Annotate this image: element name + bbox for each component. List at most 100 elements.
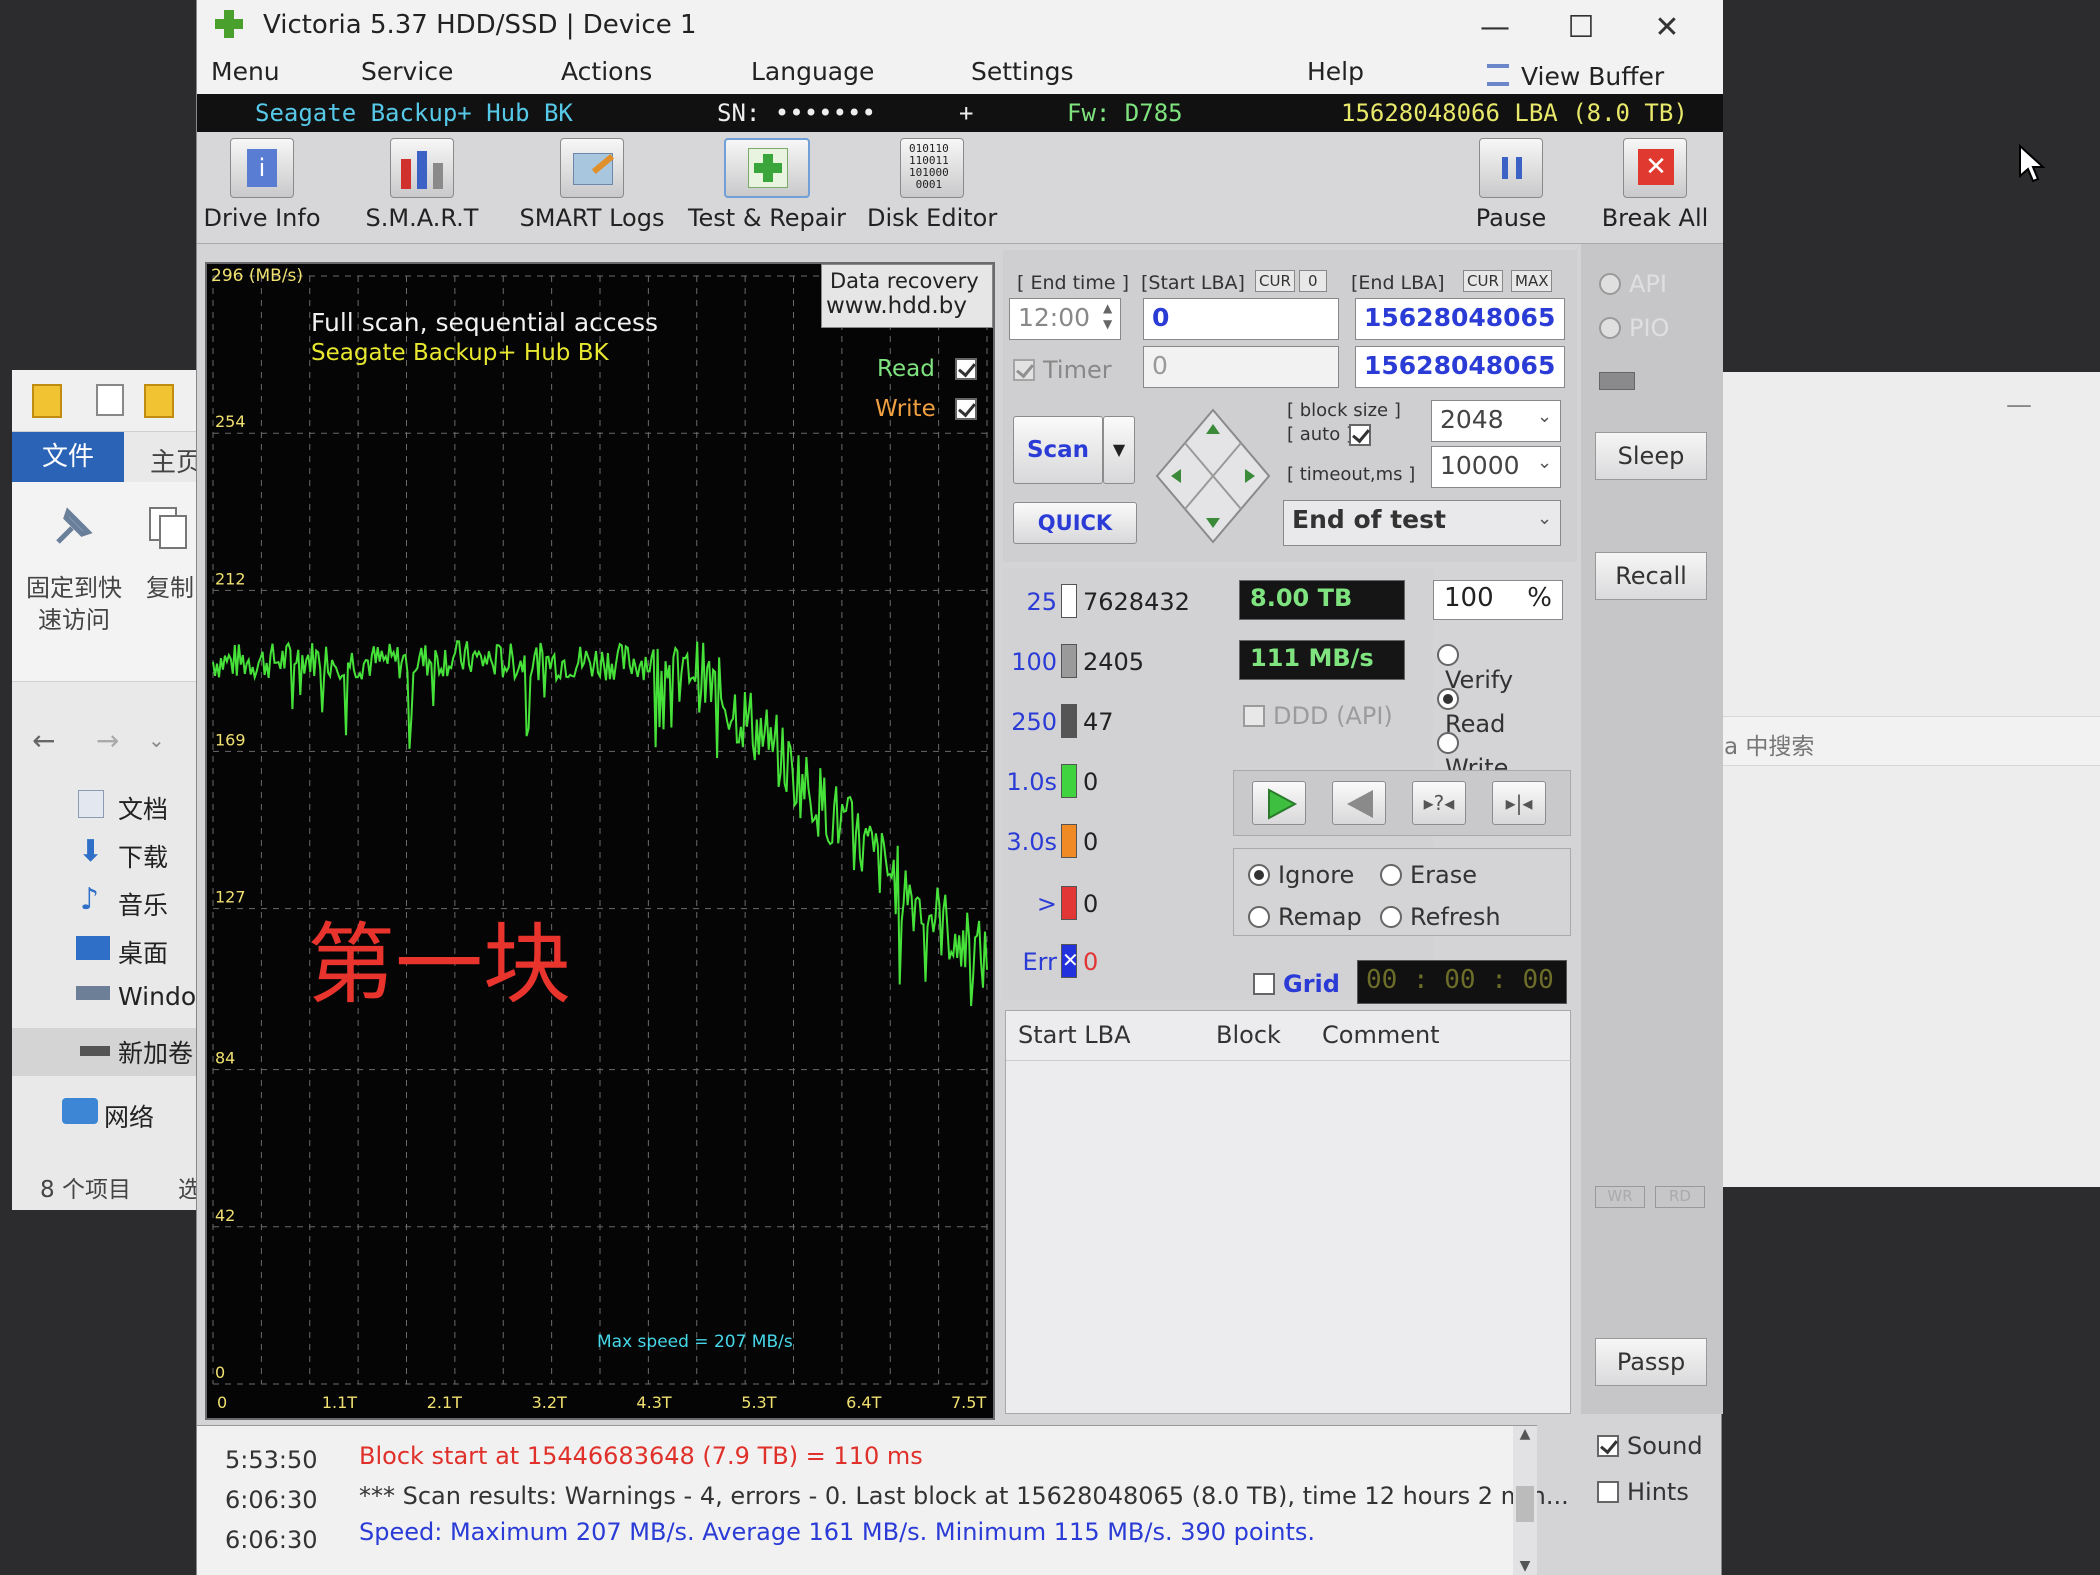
nav-network[interactable]: 网络 bbox=[104, 1098, 154, 1134]
menu-menu[interactable]: Menu bbox=[211, 57, 280, 86]
nav-new-volume[interactable]: 新加卷 bbox=[118, 1034, 193, 1070]
break-all-button[interactable]: ✕ Break All bbox=[1597, 138, 1713, 240]
device-plus: + bbox=[959, 99, 974, 127]
menu-help[interactable]: Help bbox=[1307, 57, 1364, 86]
verify-radio[interactable]: Verify bbox=[1437, 644, 1513, 694]
start-lba-label: [Start LBA] bbox=[1141, 272, 1245, 294]
column-block[interactable]: Block bbox=[1216, 1021, 1281, 1049]
maximize-button[interactable]: ☐ bbox=[1551, 8, 1611, 48]
recall-button[interactable]: Recall bbox=[1595, 552, 1707, 600]
end-of-test-select[interactable]: End of test bbox=[1283, 500, 1561, 546]
nav-desktop[interactable]: 桌面 bbox=[118, 934, 168, 970]
timeout-chevron-icon[interactable]: ⌄ bbox=[1537, 452, 1552, 473]
timer-checkbox[interactable]: Timer bbox=[1013, 356, 1112, 384]
pio-radio[interactable]: PIO bbox=[1599, 314, 1669, 342]
back-icon[interactable]: ← bbox=[32, 724, 55, 757]
minimize-button[interactable]: — bbox=[1465, 8, 1525, 48]
y-tick-label: 169 bbox=[215, 730, 246, 749]
scroll-up-icon[interactable]: ▲ bbox=[1513, 1426, 1537, 1442]
drive-icon bbox=[76, 986, 110, 1000]
log-scrollbar[interactable]: ▲ ▼ bbox=[1513, 1426, 1537, 1575]
y-unit-label: 296 (MB/s) bbox=[211, 266, 304, 286]
max-speed-label: Max speed = 207 MB/s bbox=[597, 1332, 793, 1352]
info-icon: i bbox=[230, 138, 294, 198]
tab-file[interactable]: 文件 bbox=[12, 432, 124, 482]
disk-editor-button[interactable]: 010110 110011 101000 0001 Disk Editor bbox=[867, 138, 997, 240]
forward-icon[interactable]: → bbox=[96, 724, 119, 757]
direction-pad[interactable] bbox=[1153, 406, 1273, 546]
end-cur-chip[interactable]: CUR bbox=[1463, 270, 1503, 292]
test-repair-label: Test & Repair bbox=[687, 204, 847, 232]
write-legend-label: Write bbox=[875, 396, 936, 422]
volume-icon bbox=[80, 1046, 110, 1056]
smart-logs-button[interactable]: SMART Logs bbox=[517, 138, 667, 240]
seek-help-button[interactable]: ▸?◂ bbox=[1412, 781, 1466, 825]
auto-label: [ auto ] bbox=[1287, 424, 1353, 445]
timer-end-input[interactable]: 15628048065 bbox=[1355, 346, 1565, 388]
end-lba-input[interactable]: 15628048065 bbox=[1355, 298, 1565, 340]
quick-button[interactable]: QUICK bbox=[1013, 502, 1137, 544]
drive-info-button[interactable]: i Drive Info bbox=[197, 138, 327, 240]
skip-end-button[interactable]: ▸|◂ bbox=[1492, 781, 1546, 825]
passp-button[interactable]: Passp bbox=[1595, 1338, 1707, 1386]
auto-checkbox[interactable] bbox=[1349, 424, 1371, 446]
pause-button[interactable]: Pause bbox=[1461, 138, 1561, 240]
pin-icon[interactable] bbox=[52, 504, 96, 548]
refresh-radio[interactable]: Refresh bbox=[1380, 903, 1501, 931]
erase-radio[interactable]: Erase bbox=[1380, 861, 1477, 889]
scan-button[interactable]: Scan bbox=[1013, 416, 1103, 484]
menu-language[interactable]: Language bbox=[751, 57, 874, 86]
menu-settings[interactable]: Settings bbox=[971, 57, 1074, 86]
timer-start-input[interactable]: 0 bbox=[1143, 346, 1339, 388]
scroll-thumb[interactable] bbox=[1516, 1486, 1534, 1522]
start-zero-chip[interactable]: 0 bbox=[1299, 270, 1327, 292]
tab-home[interactable]: 主页 bbox=[150, 442, 202, 479]
end-time-spinner-icon[interactable]: ▲ ▼ bbox=[1103, 300, 1112, 332]
copy-icon[interactable] bbox=[146, 504, 192, 554]
log-time: 6:06:30 bbox=[225, 1526, 318, 1554]
nav-music[interactable]: 音乐 bbox=[118, 886, 168, 922]
menu-actions[interactable]: Actions bbox=[561, 57, 652, 86]
remap-radio[interactable]: Remap bbox=[1248, 903, 1362, 931]
x-tick-label: 6.4T bbox=[846, 1393, 881, 1412]
test-repair-button[interactable]: Test & Repair bbox=[687, 138, 847, 240]
sleep-button[interactable]: Sleep bbox=[1595, 432, 1707, 480]
ignore-radio[interactable]: Ignore bbox=[1248, 861, 1354, 889]
column-start-lba[interactable]: Start LBA bbox=[1018, 1021, 1131, 1049]
stat-label: Err bbox=[1022, 948, 1057, 976]
end-max-chip[interactable]: MAX bbox=[1511, 270, 1553, 292]
minimize-icon[interactable]: — bbox=[2006, 390, 2032, 420]
ddd-api-checkbox[interactable]: DDD (API) bbox=[1243, 702, 1393, 730]
nav-documents[interactable]: 文档 bbox=[118, 790, 168, 826]
start-lba-input[interactable]: 0 bbox=[1143, 298, 1339, 340]
search-bar[interactable]: a 中搜索 bbox=[1720, 716, 2100, 766]
write-legend-checkbox[interactable] bbox=[955, 398, 977, 420]
folder-icon bbox=[32, 384, 62, 418]
grid-checkbox[interactable]: Grid bbox=[1253, 970, 1340, 998]
scanned-size-display: 8.00 TB bbox=[1239, 580, 1405, 620]
sound-checkbox[interactable]: Sound bbox=[1597, 1432, 1703, 1460]
watermark-line-1: Data recovery bbox=[830, 269, 979, 293]
block-size-chevron-icon[interactable]: ⌄ bbox=[1537, 406, 1552, 427]
column-comment[interactable]: Comment bbox=[1322, 1021, 1440, 1049]
start-cur-chip[interactable]: CUR bbox=[1255, 270, 1295, 292]
timer-label: Timer bbox=[1043, 356, 1112, 384]
nav-downloads[interactable]: 下载 bbox=[118, 838, 168, 874]
api-radio[interactable]: API bbox=[1599, 270, 1667, 298]
scroll-down-icon[interactable]: ▼ bbox=[1513, 1558, 1537, 1574]
pio-label: PIO bbox=[1629, 314, 1670, 342]
close-button[interactable]: ✕ bbox=[1637, 8, 1697, 48]
end-of-test-chevron-icon[interactable]: ⌄ bbox=[1537, 508, 1552, 529]
menu-service[interactable]: Service bbox=[361, 57, 453, 86]
hints-checkbox[interactable]: Hints bbox=[1597, 1478, 1689, 1506]
smart-button[interactable]: S.M.A.R.T bbox=[357, 138, 487, 240]
scan-dropdown-icon[interactable]: ▼ bbox=[1103, 416, 1135, 484]
play-button[interactable] bbox=[1252, 781, 1306, 825]
rewind-button[interactable] bbox=[1332, 781, 1386, 825]
read-legend-checkbox[interactable] bbox=[955, 358, 977, 380]
chevron-down-icon[interactable]: ⌄ bbox=[148, 728, 165, 752]
nav-windows[interactable]: Windo bbox=[118, 982, 196, 1011]
elapsed-timer: 00 : 00 : 00 bbox=[1357, 960, 1567, 1004]
stat-bar-red bbox=[1061, 886, 1077, 920]
read-radio[interactable]: Read bbox=[1437, 688, 1505, 738]
